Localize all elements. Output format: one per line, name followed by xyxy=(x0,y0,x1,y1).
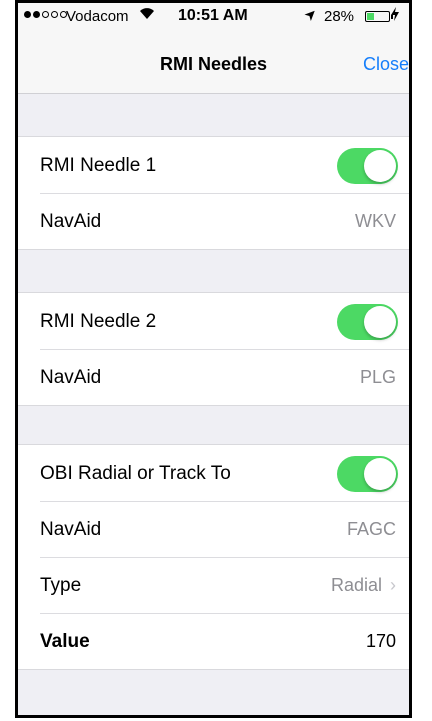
navaid-label: NavAid xyxy=(40,367,102,388)
battery-percent: 28% xyxy=(324,8,355,25)
chevron-right-icon: › xyxy=(390,575,396,595)
obi-row: OBI Radial or Track To xyxy=(18,445,409,501)
navaid-label: NavAid xyxy=(40,211,102,232)
battery-icon xyxy=(365,11,393,22)
close-button[interactable]: Close xyxy=(363,54,409,75)
rmi-needle-2-row: RMI Needle 2 xyxy=(18,293,409,349)
section-rmi-needle-2: RMI Needle 2 NavAid PLG xyxy=(18,292,409,406)
rmi-needle-1-toggle[interactable] xyxy=(337,148,398,184)
page-title: RMI Needles xyxy=(159,54,268,74)
rmi-needle-1-label: RMI Needle 1 xyxy=(40,155,157,176)
value-label: Value xyxy=(40,631,90,652)
phone-screen: Vodacom 10:51 AM 28% RMI Needles Close R… xyxy=(15,0,412,718)
navaid-value: FAGC xyxy=(346,519,396,539)
type-value-text: Radial xyxy=(330,575,382,595)
carrier-name: Vodacom xyxy=(66,8,129,25)
charging-bolt-icon xyxy=(391,7,399,24)
type-label: Type xyxy=(40,575,82,596)
navaid-value: WKV xyxy=(354,211,396,231)
rmi-needle-2-label: RMI Needle 2 xyxy=(40,311,157,332)
value-value: 170 xyxy=(365,631,396,651)
section-rmi-needle-1: RMI Needle 1 NavAid WKV xyxy=(18,136,409,250)
navaid-label: NavAid xyxy=(40,519,102,540)
signal-strength-icon xyxy=(24,11,67,18)
status-bar: Vodacom 10:51 AM 28% xyxy=(18,3,409,31)
obi-value-row[interactable]: Value 170 xyxy=(18,613,409,669)
obi-type-row[interactable]: Type Radial › xyxy=(18,557,409,613)
rmi-needle-2-navaid-row[interactable]: NavAid PLG xyxy=(18,349,409,405)
rmi-needle-1-navaid-row[interactable]: NavAid WKV xyxy=(18,193,409,249)
location-arrow-icon xyxy=(301,5,320,24)
wifi-icon xyxy=(139,6,155,23)
type-value: Radial › xyxy=(331,575,396,596)
navaid-value: PLG xyxy=(359,367,396,387)
section-obi: OBI Radial or Track To NavAid FAGC Type … xyxy=(18,444,409,670)
obi-toggle[interactable] xyxy=(337,456,398,492)
rmi-needle-1-row: RMI Needle 1 xyxy=(18,137,409,193)
obi-navaid-row[interactable]: NavAid FAGC xyxy=(18,501,409,557)
navigation-bar: RMI Needles Close xyxy=(18,31,409,94)
obi-label: OBI Radial or Track To xyxy=(40,463,231,484)
rmi-needle-2-toggle[interactable] xyxy=(337,304,398,340)
clock: 10:51 AM xyxy=(178,7,248,24)
